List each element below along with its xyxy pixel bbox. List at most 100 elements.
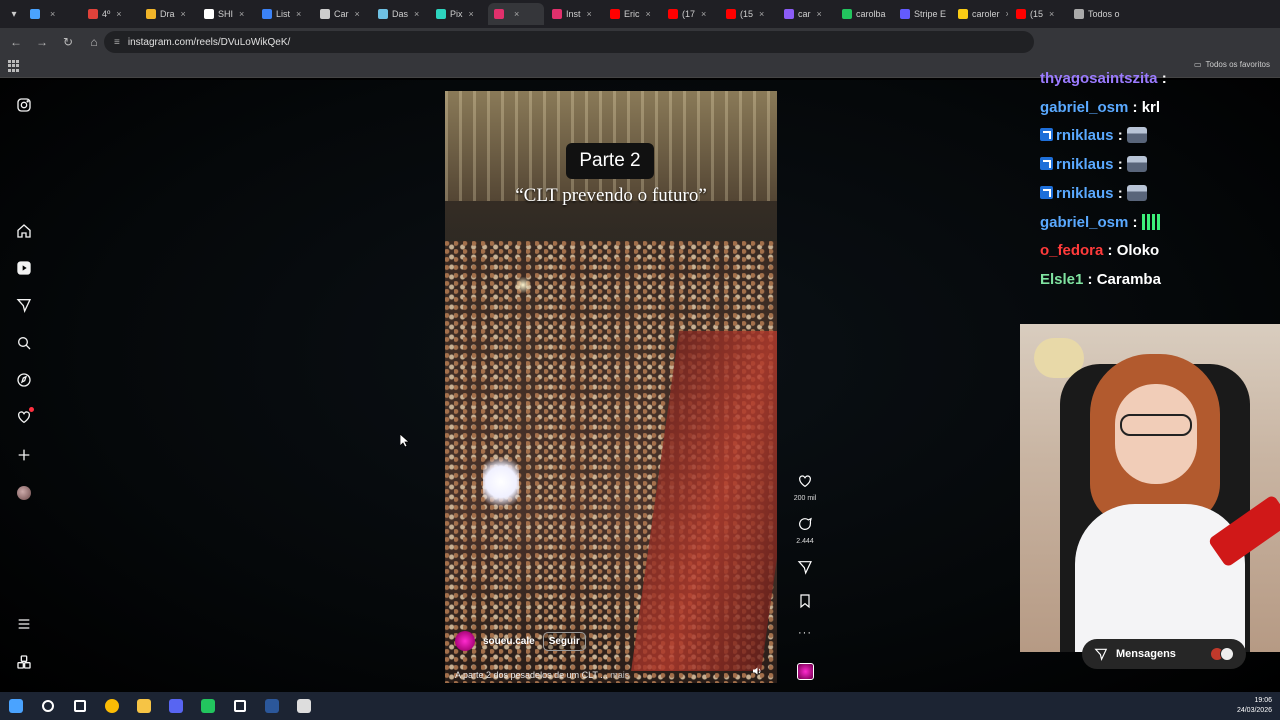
apps-grid-icon[interactable] xyxy=(8,60,20,72)
tab-close-icon[interactable]: × xyxy=(701,9,706,19)
word-icon[interactable] xyxy=(256,692,288,720)
follow-button[interactable]: Seguir xyxy=(542,631,586,651)
tab-close-icon[interactable]: × xyxy=(587,9,592,19)
reel-overlay-quote: “CLT prevendo o futuro” xyxy=(515,185,707,206)
share-button[interactable] xyxy=(790,559,820,580)
tab-close-icon[interactable]: × xyxy=(817,9,822,19)
reel-video[interactable]: Parte 2 “CLT prevendo o futuro” soueu.ca… xyxy=(445,91,777,683)
tab-favicon-icon xyxy=(1016,9,1026,19)
tab-close-icon[interactable]: × xyxy=(1049,9,1054,19)
browser-tab[interactable]: Dra × xyxy=(140,3,196,25)
discord-icon[interactable] xyxy=(160,692,192,720)
tab-label: (17 xyxy=(682,9,696,19)
more-menu-icon[interactable] xyxy=(15,615,33,633)
share-icon xyxy=(797,561,812,575)
defender-icon[interactable] xyxy=(224,692,256,720)
save-button[interactable] xyxy=(790,593,820,614)
tab-close-icon[interactable]: × xyxy=(50,9,55,19)
home-icon[interactable] xyxy=(15,222,33,240)
obs-icon[interactable] xyxy=(288,692,320,720)
tab-favicon-icon xyxy=(378,9,388,19)
tab-close-icon[interactable]: × xyxy=(116,9,121,19)
author-username[interactable]: soueu.cale xyxy=(483,636,535,647)
browser-tab[interactable]: caroler × xyxy=(952,3,1008,25)
search-icon[interactable] xyxy=(15,334,33,352)
glasses-image xyxy=(1120,414,1192,436)
like-button[interactable]: 200 mil xyxy=(790,473,820,502)
tab-label: Das xyxy=(392,9,409,19)
volume-icon[interactable] xyxy=(751,665,763,677)
tab-favicon-icon xyxy=(842,9,852,19)
message-avatars xyxy=(1210,647,1234,661)
address-bar[interactable]: ≡ instagram.com/reels/DVuLoWikQeK/ xyxy=(104,31,1034,53)
prime-badge-icon xyxy=(1040,157,1053,171)
tab-search-icon[interactable]: ▾ xyxy=(4,4,24,24)
chat-username: rniklaus xyxy=(1056,127,1114,145)
instagram-logo-icon[interactable] xyxy=(15,96,33,114)
browser-tab[interactable]: List × xyxy=(256,3,312,25)
search-icon[interactable] xyxy=(32,692,64,720)
browser-tab[interactable]: Stripe E× xyxy=(894,3,950,25)
notifications-heart-icon[interactable] xyxy=(15,407,34,426)
heart-icon xyxy=(799,475,811,488)
browser-tab[interactable]: Das × xyxy=(372,3,428,25)
chat-message: rniklaus : xyxy=(1040,184,1147,202)
reload-icon[interactable]: ↻ xyxy=(58,32,78,52)
reel-description: A parte 2 dos pesadelos de um CLT ... ma… xyxy=(455,670,629,680)
system-clock[interactable]: 19:06 24/03/2026 xyxy=(1237,696,1272,716)
site-info-icon[interactable]: ≡ xyxy=(114,37,120,48)
reels-icon[interactable] xyxy=(15,259,33,277)
back-icon[interactable]: ← xyxy=(6,32,26,52)
browser-tab[interactable]: Todos o× xyxy=(1068,3,1124,25)
create-plus-icon[interactable] xyxy=(15,446,33,464)
tab-favicon-icon xyxy=(88,9,98,19)
tab-close-icon[interactable]: × xyxy=(296,9,301,19)
forward-icon[interactable]: → xyxy=(32,32,52,52)
tab-close-icon[interactable]: × xyxy=(759,9,764,19)
profile-avatar[interactable] xyxy=(15,484,33,502)
browser-tab[interactable]: car × xyxy=(778,3,834,25)
messages-button[interactable]: Mensagens xyxy=(1082,639,1246,669)
also-from-meta-icon[interactable] xyxy=(15,653,33,671)
browser-tab[interactable]: SHI × xyxy=(198,3,254,25)
original-audio-thumbnail[interactable] xyxy=(797,663,814,680)
direct-messages-icon[interactable] xyxy=(15,296,33,314)
tab-close-icon[interactable]: × xyxy=(414,9,419,19)
task-view-icon[interactable] xyxy=(64,692,96,720)
tab-close-icon[interactable]: × xyxy=(646,9,651,19)
browser-tab[interactable]: Eric × xyxy=(604,3,660,25)
browser-tab[interactable]: Inst × xyxy=(546,3,602,25)
explore-icon[interactable] xyxy=(15,371,33,389)
tab-close-icon[interactable]: × xyxy=(1006,9,1008,19)
train-emote-icon xyxy=(1126,184,1147,201)
author-avatar[interactable] xyxy=(455,631,475,651)
tab-favicon-icon xyxy=(204,9,214,19)
chrome-icon[interactable] xyxy=(96,692,128,720)
comment-button[interactable]: 2.444 xyxy=(790,516,820,545)
browser-tab[interactable]: 4º × xyxy=(82,3,138,25)
tab-close-icon[interactable]: × xyxy=(469,9,474,19)
more-options-icon[interactable]: ··· xyxy=(790,627,820,639)
chat-message: rniklaus : xyxy=(1040,127,1147,144)
tab-favicon-icon xyxy=(436,9,446,19)
all-bookmarks-button[interactable]: ▭ Todos os favoritos xyxy=(1194,60,1270,69)
all-bookmarks-label: Todos os favoritos xyxy=(1205,60,1270,69)
obs-glyph xyxy=(297,699,311,713)
browser-tab[interactable]: Pix × xyxy=(430,3,486,25)
home-icon[interactable]: ⌂ xyxy=(84,32,104,52)
more-link[interactable]: mais xyxy=(610,670,629,680)
browser-tab[interactable]: (17 × xyxy=(662,3,718,25)
xbox-icon[interactable] xyxy=(192,692,224,720)
file-explorer-icon[interactable] xyxy=(128,692,160,720)
browser-tab[interactable]: (15 × xyxy=(1010,3,1066,25)
tab-close-icon[interactable]: × xyxy=(181,9,186,19)
browser-tab[interactable]: (15 × xyxy=(720,3,776,25)
browser-tab[interactable]: Car × xyxy=(314,3,370,25)
tab-close-icon[interactable]: × xyxy=(514,9,519,19)
browser-tab[interactable]: × xyxy=(488,3,544,25)
browser-tab[interactable]: × xyxy=(24,3,80,25)
windows-start-icon[interactable] xyxy=(0,692,32,720)
tab-close-icon[interactable]: × xyxy=(239,9,244,19)
browser-tab[interactable]: carolba× xyxy=(836,3,892,25)
tab-close-icon[interactable]: × xyxy=(355,9,360,19)
